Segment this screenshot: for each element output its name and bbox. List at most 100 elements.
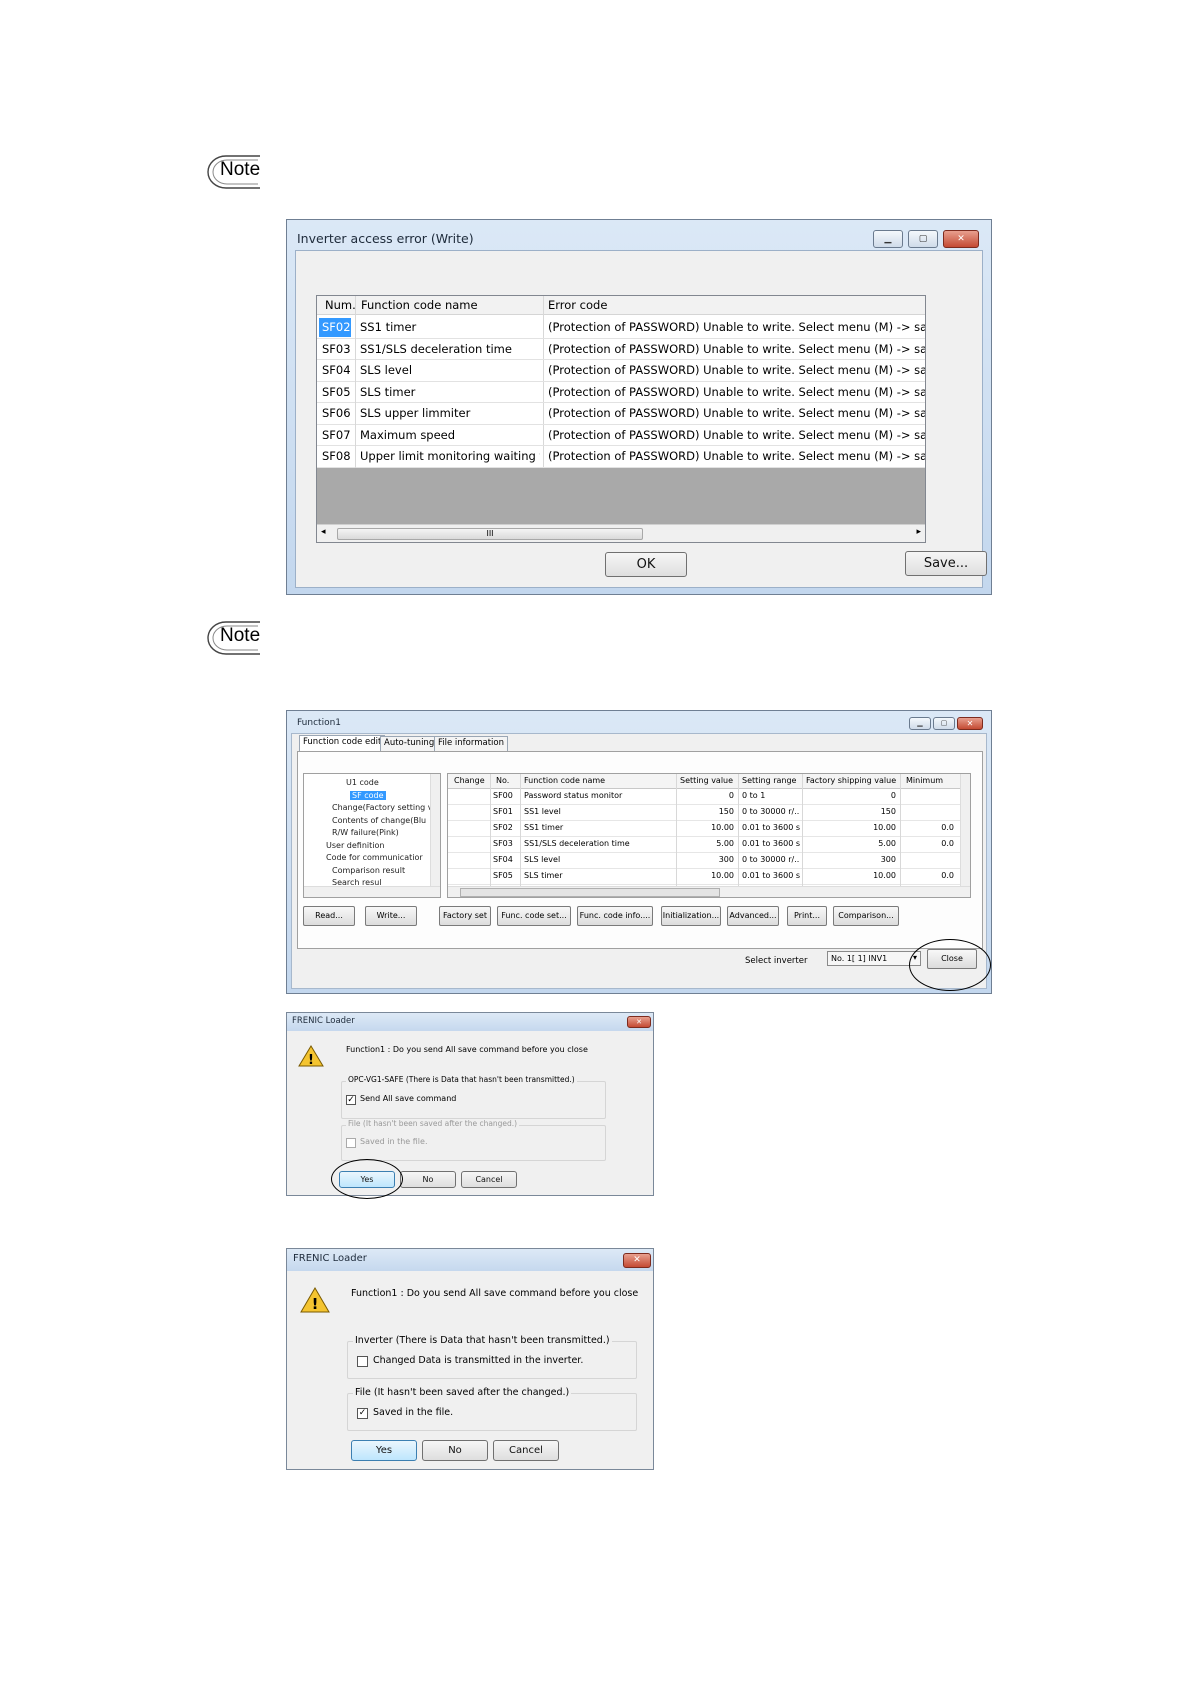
saved-in-file-checkbox[interactable] <box>346 1138 356 1148</box>
tree-item[interactable]: Contents of change(Blu <box>332 816 426 825</box>
maximize-button[interactable]: ▢ <box>908 230 938 248</box>
close-window-button[interactable]: ✕ <box>957 717 983 730</box>
tree-item[interactable]: Change(Factory setting v <box>332 803 433 812</box>
close-window-button[interactable]: ✕ <box>943 230 979 248</box>
row-num: SF06 <box>322 406 351 420</box>
function1-window: Function1 ▁ ▢ ✕ Function code edit Auto-… <box>286 710 992 994</box>
cancel-button[interactable]: Cancel <box>461 1171 517 1188</box>
tree-hscroll[interactable] <box>304 886 440 897</box>
cell-value: 150 <box>718 807 734 816</box>
saved-in-file-checkbox[interactable]: ✓ <box>357 1408 368 1419</box>
tree-item[interactable]: Code for communicatior <box>326 853 423 862</box>
changed-data-checkbox[interactable] <box>357 1356 368 1367</box>
table-row[interactable]: SF04 SLS level 300 0 to 30000 r/... 300 <box>448 853 970 869</box>
check-mark-icon: ✓ <box>347 1095 355 1105</box>
cell-factory: 10.00 <box>873 823 896 832</box>
yes-button[interactable]: Yes <box>351 1440 417 1461</box>
dialog-title: FRENIC Loader <box>293 1253 367 1264</box>
dialog-titlebar: FRENIC Loader ✕ <box>287 1013 653 1031</box>
ok-button[interactable]: OK <box>605 552 687 577</box>
scroll-left-arrow[interactable]: ◂ <box>321 527 326 537</box>
scroll-thumb[interactable]: III <box>337 528 643 540</box>
tab-auto-tuning[interactable]: Auto-tuning <box>380 736 439 751</box>
close-window-button[interactable]: ✕ <box>627 1016 651 1028</box>
close-window-button[interactable]: ✕ <box>623 1253 651 1268</box>
saved-in-file-label: Saved in the file. <box>373 1407 454 1418</box>
tree-item[interactable]: U1 code <box>346 778 379 787</box>
inverter-access-error-window: Inverter access error (Write) ▁ ▢ ✕ Num.… <box>286 219 992 595</box>
row-error-code: (Protection of PASSWORD) Unable to write… <box>548 384 926 399</box>
cell-range: 0 to 30000 r/... <box>742 855 800 864</box>
grid-vscroll[interactable] <box>960 774 970 886</box>
maximize-button[interactable]: ▢ <box>933 717 955 730</box>
no-button[interactable]: No <box>422 1440 488 1461</box>
row-error-code: (Protection of PASSWORD) Unable to write… <box>548 363 926 377</box>
error-row[interactable]: SF06 SLS upper limmiter (Protection of PAS… <box>317 403 925 425</box>
row-num: SF02 <box>319 318 351 337</box>
comparison-button[interactable]: Comparison... <box>833 906 899 926</box>
error-row[interactable]: SF05 SLS timer (Protection of PASSWORD) Un… <box>317 382 926 403</box>
error-table-header: Num. Function code name Error code <box>317 296 925 315</box>
cell-no: SF02 <box>493 823 513 832</box>
tree-item[interactable]: SF code <box>350 790 386 800</box>
tree-item[interactable]: User definition <box>326 841 384 850</box>
tree-item[interactable]: Comparison result <box>332 866 405 875</box>
table-row[interactable]: SF05 SLS timer 10.00 0.01 to 3600 s 10.00 0.0 <box>448 869 970 885</box>
cell-value: 0 <box>728 791 734 800</box>
row-num: SF08 <box>322 449 351 463</box>
minimize-button[interactable]: ▁ <box>873 230 903 248</box>
dialog-titlebar: FRENIC Loader ✕ <box>287 1249 653 1271</box>
tree-vscroll[interactable] <box>430 774 440 886</box>
col-no: No. <box>496 776 510 785</box>
error-row[interactable]: SF07 Maximum speed (Protection of PASSWORD… <box>317 425 926 446</box>
error-row[interactable]: SF04 SLS level (Protection of PASSWORD) Un… <box>317 360 925 382</box>
note-label: Note <box>220 159 261 180</box>
scroll-right-arrow[interactable]: ▸ <box>916 527 921 537</box>
table-row[interactable]: SF02 SS1 timer 10.00 0.01 to 3600 s 10.00 0.0 <box>448 821 970 837</box>
row-error-code: (Protection of PASSWORD) Unable to write… <box>548 406 926 420</box>
func-code-set-button[interactable]: Func. code set... <box>497 906 571 926</box>
select-inverter-dropdown[interactable]: No. 1[ 1] INV1 ▾ <box>827 951 921 966</box>
row-error-code: (Protection of PASSWORD) Unable to write… <box>548 427 926 442</box>
cell-no: SF03 <box>493 839 513 848</box>
error-table: Num. Function code name Error code SF02 S… <box>316 295 926 543</box>
col-setting-value: Setting value <box>680 776 734 785</box>
func-code-info-button[interactable]: Func. code info.... <box>577 906 653 926</box>
send-all-save-checkbox[interactable]: ✓ <box>346 1095 356 1105</box>
table-row[interactable]: SF00 Password status monitor 0 0 to 1 0 <box>448 789 970 805</box>
table-row[interactable]: SF03 SS1/SLS deceleration time 5.00 0.01 to… <box>448 837 970 853</box>
row-num: SF05 <box>322 384 351 399</box>
no-button[interactable]: No <box>400 1171 456 1188</box>
error-row[interactable]: SF08 Upper limit monitoring waiting time (… <box>317 446 925 468</box>
initialization-button[interactable]: Initialization... <box>661 906 721 926</box>
error-row[interactable]: SF02 SS1 timer (Protection of PASSWORD) Un… <box>317 317 925 339</box>
cell-value: 10.00 <box>711 823 734 832</box>
table-row[interactable]: SF01 SS1 level 150 0 to 30000 r/... 150 <box>448 805 970 821</box>
write-button[interactable]: Write... <box>365 906 417 926</box>
check-mark-icon: ✓ <box>358 1408 367 1418</box>
row-function-code-name: Maximum speed <box>360 427 456 442</box>
cell-no: SF00 <box>493 791 513 800</box>
grid-hscroll[interactable] <box>448 886 970 897</box>
advanced-button[interactable]: Advanced... <box>727 906 779 926</box>
transmit-group-label: OPC-VG1-SAFE (There is Data that hasn't … <box>346 1075 577 1084</box>
function-code-grid: Change No. Function code name Setting va… <box>447 773 971 898</box>
save-button[interactable]: Save... <box>905 551 987 576</box>
read-button[interactable]: Read... <box>303 906 355 926</box>
tab-function-code-edit[interactable]: Function code edit <box>299 735 386 752</box>
error-row[interactable]: SF03 SS1/SLS deceleration time (Protection… <box>317 339 925 360</box>
minimize-button[interactable]: ▁ <box>909 717 931 730</box>
tab-file-information[interactable]: File information <box>434 736 508 751</box>
cancel-button[interactable]: Cancel <box>493 1440 559 1461</box>
grid-scroll-thumb[interactable] <box>460 888 720 897</box>
dialog-message: Function1 : Do you send All save command… <box>346 1045 588 1054</box>
print-button[interactable]: Print... <box>787 906 827 926</box>
col-setting-range: Setting range <box>742 776 797 785</box>
tree-item[interactable]: R/W failure(Pink) <box>332 828 399 837</box>
cell-no: SF04 <box>493 855 513 864</box>
cell-value: 300 <box>718 855 734 864</box>
factory-set-button[interactable]: Factory set <box>439 906 491 926</box>
cell-value: 5.00 <box>716 839 734 848</box>
horizontal-scrollbar[interactable]: ◂ III ▸ <box>317 524 925 542</box>
empty-area <box>317 468 925 524</box>
